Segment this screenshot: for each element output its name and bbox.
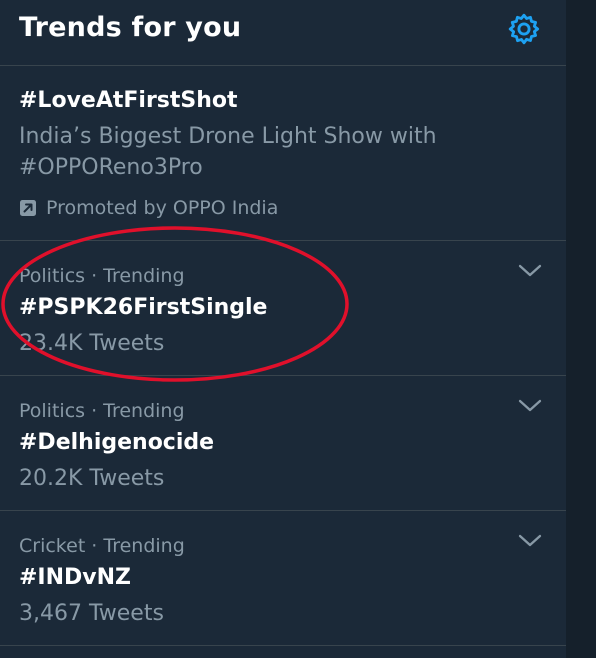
chevron-down-icon[interactable] [517,398,543,414]
chevron-down-icon[interactable] [517,533,543,549]
trend-hashtag[interactable]: #Delhigenocide [19,430,214,455]
trend-item[interactable]: Politics · Trending #Delhigenocide 20.2K… [0,376,566,511]
promoted-by-label: Promoted by OPPO India [46,197,279,219]
trend-item[interactable]: Politics · Trending #PSPK26FirstSingle 2… [0,241,566,376]
trend-context: Politics · Trending [19,400,185,422]
chevron-down-icon[interactable] [517,263,543,279]
trend-hashtag[interactable]: #PSPK26FirstSingle [19,295,267,320]
promoted-trend[interactable]: #LoveAtFirstShot India’s Biggest Drone L… [0,66,566,241]
trend-tweet-count: 3,467 Tweets [19,601,164,626]
promoted-description: India’s Biggest Drone Light Show with #O… [19,124,437,180]
trend-context: Cricket · Trending [19,535,185,557]
page-title: Trends for you [19,12,242,43]
promoted-hashtag[interactable]: #LoveAtFirstShot [19,88,238,113]
trends-panel: Trends for you #LoveAtFirstShot India’s … [0,0,566,658]
trends-header: Trends for you [0,0,566,66]
promoted-by: Promoted by OPPO India [19,196,278,220]
trend-tweet-count: 23.4K Tweets [19,331,165,356]
trend-tweet-count: 20.2K Tweets [19,466,165,491]
gear-icon[interactable] [506,11,542,47]
page-background-strip [566,0,596,658]
promoted-arrow-icon [20,200,36,216]
trend-context: Politics · Trending [19,265,185,287]
trend-hashtag[interactable]: #INDvNZ [19,565,131,590]
trend-item[interactable]: Cricket · Trending #INDvNZ 3,467 Tweets [0,511,566,646]
